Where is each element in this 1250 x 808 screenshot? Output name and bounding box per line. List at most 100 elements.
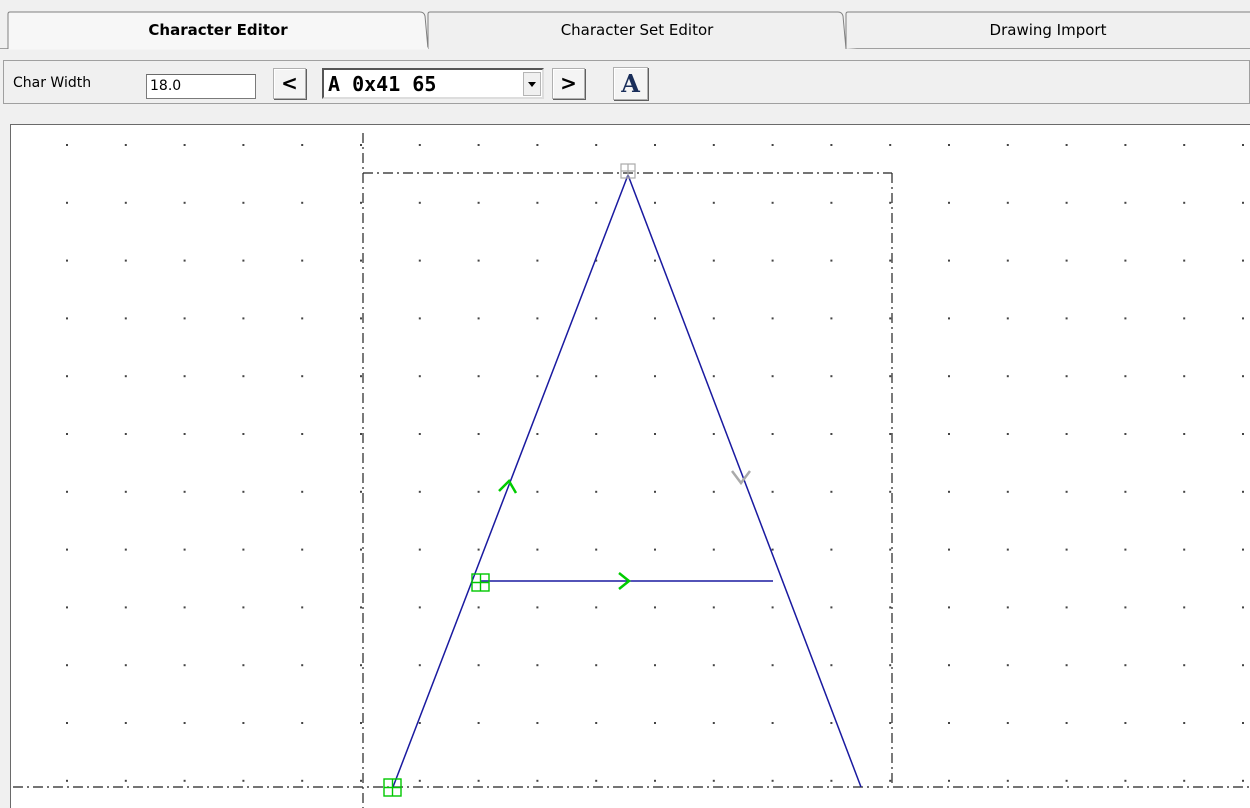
grid-dot — [1065, 664, 1068, 667]
grid-dot — [301, 375, 304, 378]
grid-dot — [1242, 375, 1244, 378]
grid-dot — [771, 548, 774, 551]
grid-dot — [654, 722, 656, 724]
grid-dot — [889, 317, 892, 320]
grid-dot — [1006, 490, 1009, 493]
grid-dot — [183, 144, 186, 146]
grid-dot — [595, 606, 598, 609]
grid-dot — [183, 722, 186, 724]
grid-dot — [477, 201, 480, 204]
grid-dot — [124, 490, 127, 493]
grid-dot — [595, 664, 598, 667]
grid-dot — [712, 490, 715, 493]
grid-dot — [66, 375, 68, 378]
grid-dot — [889, 375, 892, 378]
grid-dot — [1242, 317, 1244, 320]
grid-dot — [771, 779, 774, 782]
chevron-down-icon[interactable] — [523, 72, 541, 96]
grid-dot — [1124, 606, 1127, 609]
next-char-button[interactable]: > — [552, 68, 585, 99]
grid-dot — [1242, 722, 1244, 724]
grid-dot — [124, 606, 127, 609]
grid-dot — [1124, 259, 1127, 262]
grid-dot — [1065, 259, 1068, 262]
grid-dot — [654, 201, 656, 204]
grid-dot — [889, 664, 892, 667]
grid-dot — [536, 722, 539, 724]
grid-dot — [771, 722, 774, 724]
grid-dot — [712, 548, 715, 551]
grid-dot — [536, 606, 539, 609]
grid-dot — [948, 317, 950, 320]
grid-dot — [948, 375, 950, 378]
grid-dot — [183, 490, 186, 493]
grid-dot — [948, 490, 950, 493]
grid-dot — [183, 375, 186, 378]
drawing-canvas[interactable] — [10, 124, 1250, 808]
grid-dot — [1124, 375, 1127, 378]
grid-dot — [712, 144, 715, 146]
grid-dot — [360, 548, 362, 551]
grid-dot — [418, 433, 421, 435]
grid-dot — [1242, 144, 1244, 146]
grid-dot — [1183, 317, 1186, 320]
grid-dot — [830, 490, 833, 493]
grid-dot — [1006, 144, 1009, 146]
tab-character-editor-label: Character Editor — [148, 21, 288, 39]
previous-char-button[interactable]: < — [273, 68, 306, 99]
grid-dot — [595, 779, 598, 782]
grid-dot — [771, 664, 774, 667]
grid-dot — [1183, 664, 1186, 667]
tab-drawing-import-label: Drawing Import — [989, 21, 1107, 39]
grid-dot — [654, 664, 656, 667]
grid-dot — [360, 606, 362, 609]
grid-dot — [1183, 259, 1186, 262]
grid-dot — [654, 779, 656, 782]
grid-dot — [301, 433, 304, 435]
grid-dot — [889, 201, 892, 204]
grid-dot — [1124, 317, 1127, 320]
grid-dot — [124, 548, 127, 551]
grid-dot — [654, 490, 656, 493]
font-button[interactable]: A — [613, 67, 648, 100]
grid-dot — [477, 606, 480, 609]
apex-node[interactable] — [620, 163, 636, 179]
grid-dot — [1006, 606, 1009, 609]
grid-dot — [654, 144, 656, 146]
right-stroke[interactable] — [627, 174, 862, 788]
grid-dot — [1006, 779, 1009, 782]
grid-dot — [1242, 201, 1244, 204]
grid-dot — [301, 548, 304, 551]
glyph-drawing — [13, 133, 1250, 808]
grid-dot — [66, 317, 68, 320]
grid-dot — [418, 259, 421, 262]
grid-dot — [301, 490, 304, 493]
grid-dot — [889, 259, 892, 262]
grid-dot — [183, 779, 186, 782]
grid-dot — [712, 722, 715, 724]
grid-dot — [948, 722, 950, 724]
grid-dot — [948, 606, 950, 609]
grid-dot — [242, 490, 245, 493]
grid-dot — [1006, 664, 1009, 667]
char-select[interactable]: A 0x41 65 — [322, 68, 544, 99]
grid-dot — [242, 317, 245, 320]
grid-dot — [242, 606, 245, 609]
grid-dot — [1183, 606, 1186, 609]
base-start-node[interactable] — [383, 778, 402, 797]
char-width-input[interactable]: 18.0 — [146, 74, 256, 99]
grid-dots — [66, 144, 1244, 782]
grid-dot — [301, 317, 304, 320]
grid-dot — [1065, 722, 1068, 724]
grid-dot — [360, 201, 362, 204]
grid-dot — [1183, 548, 1186, 551]
grid-dot — [1242, 664, 1244, 667]
grid-dot — [124, 375, 127, 378]
grid-dot — [536, 490, 539, 493]
grid-dot — [477, 722, 480, 724]
left-stroke[interactable] — [392, 174, 629, 788]
grid-dot — [771, 433, 774, 435]
grid-dot — [66, 606, 68, 609]
grid-dot — [595, 548, 598, 551]
grid-dot — [477, 144, 480, 146]
